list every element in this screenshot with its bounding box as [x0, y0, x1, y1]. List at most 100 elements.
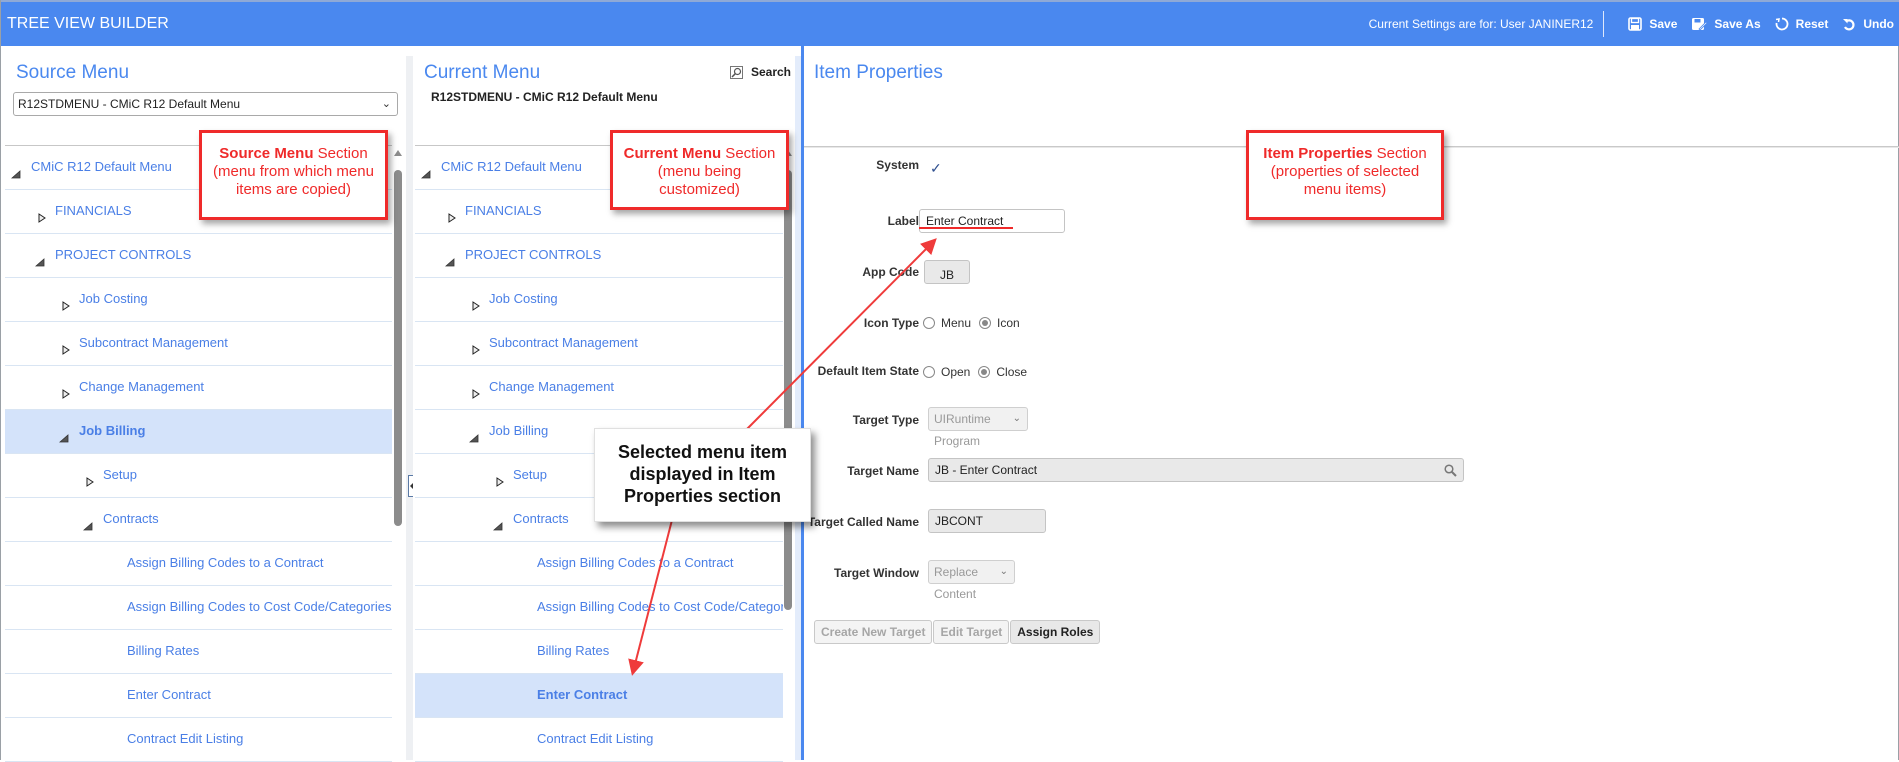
tree-item-label: Assign Billing Codes to Cost Code/Catego… [537, 599, 783, 614]
state-close-label: Close [996, 365, 1028, 379]
reset-button[interactable]: Reset [1775, 17, 1828, 31]
state-close-radio[interactable] [978, 366, 991, 378]
expanded-triangle-icon[interactable] [445, 257, 455, 267]
annotation-line: items are copied) [235, 181, 352, 198]
target-name-field[interactable]: JB - Enter Contract [928, 458, 1464, 482]
save-icon [1628, 17, 1643, 31]
tree-item[interactable]: Billing Rates [5, 630, 392, 674]
collapsed-triangle-icon[interactable] [61, 345, 71, 355]
icon-type-icon-radio[interactable] [979, 317, 992, 329]
tree-item-label: Contracts [103, 511, 159, 526]
expanded-triangle-icon[interactable] [35, 257, 45, 267]
lookup-search-icon[interactable] [1444, 464, 1457, 477]
tree-item[interactable]: PROJECT CONTROLS [415, 234, 783, 278]
app-code-value: JB [939, 268, 954, 282]
search-button[interactable]: Search [729, 65, 791, 79]
selected-item-callout: Selected menu item displayed in Item Pro… [594, 428, 811, 522]
expanded-triangle-icon[interactable] [59, 433, 69, 443]
item-properties-annotation: Item Properties Section (properties of s… [1246, 130, 1444, 220]
system-check-icon[interactable]: ✓ [930, 160, 942, 177]
target-type-select[interactable]: UIRuntime Program ⌄ [928, 407, 1028, 448]
annotation-line: (menu from which menu [213, 163, 374, 180]
collapsed-triangle-icon[interactable] [85, 477, 95, 487]
target-called-name-value: JBCONT [935, 514, 983, 528]
collapsed-triangle-icon[interactable] [495, 477, 505, 487]
expanded-triangle-icon[interactable] [11, 169, 21, 179]
save-as-button[interactable]: Save As [1691, 17, 1761, 31]
tree-item[interactable]: Subcontract Management [5, 322, 392, 366]
collapsed-triangle-icon[interactable] [447, 213, 457, 223]
tree-item[interactable]: Change Management [415, 366, 783, 410]
tree-item[interactable]: Setup [5, 454, 392, 498]
tree-item[interactable]: PROJECT CONTROLS [5, 234, 392, 278]
tree-item[interactable]: Contract Edit Listing [5, 718, 392, 762]
target-window-select[interactable]: Replace Content ⌄ [928, 560, 1015, 601]
tree-item[interactable]: Enter Contract [415, 674, 783, 718]
annotation-line: customized) [659, 181, 740, 198]
tree-item-label: Job Costing [79, 291, 148, 306]
icon-type-menu-label: Menu [941, 316, 972, 330]
panel-splitter[interactable] [406, 56, 413, 760]
app-code-field: JB [924, 260, 970, 284]
tree-item[interactable]: Contracts [5, 498, 392, 542]
target-type-value: UIRuntime Program [934, 412, 991, 448]
collapsed-triangle-icon[interactable] [471, 301, 481, 311]
tree-item[interactable]: Enter Contract [5, 674, 392, 718]
tree-item[interactable]: Assign Billing Codes to Cost Code/Catego… [415, 586, 783, 630]
search-icon [729, 65, 743, 79]
label-label: Label [887, 214, 919, 228]
undo-button[interactable]: Undo [1842, 17, 1894, 31]
edit-target-button[interactable]: Edit Target [933, 620, 1010, 644]
save-button[interactable]: Save [1628, 17, 1677, 31]
expanded-triangle-icon[interactable] [493, 521, 503, 531]
target-name-label: Target Name [847, 464, 919, 478]
chevron-down-icon: ⌄ [1012, 413, 1021, 424]
source-tree-scrollbar[interactable] [394, 170, 402, 526]
tree-item-label: Billing Rates [127, 643, 200, 658]
icon-type-menu-radio[interactable] [923, 317, 935, 329]
tree-item[interactable]: Change Management [5, 366, 392, 410]
scroll-up-arrow[interactable] [394, 150, 402, 156]
source-menu-tree: CMiC R12 Default Menu FINANCIALS PROJECT C… [5, 146, 392, 762]
collapsed-triangle-icon[interactable] [61, 389, 71, 399]
callout-line: Selected menu item [617, 442, 788, 462]
annotation-line: menu items) [1303, 181, 1387, 198]
collapsed-triangle-icon[interactable] [471, 389, 481, 399]
tree-item[interactable]: Billing Rates [415, 630, 783, 674]
tree-item[interactable]: Job Costing [5, 278, 392, 322]
current-settings-text: Current Settings are for: User JANINER12 [1369, 11, 1605, 37]
collapsed-triangle-icon[interactable] [471, 345, 481, 355]
tree-item[interactable]: Contract Edit Listing [415, 718, 783, 762]
assign-roles-button[interactable]: Assign Roles [1010, 620, 1101, 644]
source-menu-title: Source Menu [16, 62, 130, 83]
label-input[interactable]: Enter Contract [919, 209, 1065, 233]
annotation-title: Source Menu [219, 145, 314, 162]
current-tree-scrollbar[interactable] [784, 170, 792, 610]
tree-item-label: Change Management [79, 379, 205, 394]
expanded-triangle-icon[interactable] [83, 521, 93, 531]
save-as-label: Save As [1714, 17, 1761, 31]
tree-item[interactable]: Subcontract Management [415, 322, 783, 366]
default-item-state-label: Default Item State [817, 364, 919, 378]
top-bar: TREE VIEW BUILDER Current Settings are f… [1, 0, 1899, 46]
tree-item[interactable]: Assign Billing Codes to Cost Code/Catego… [5, 586, 392, 630]
annotation-line: (menu being [657, 163, 742, 180]
expanded-triangle-icon[interactable] [469, 433, 479, 443]
search-label: Search [750, 65, 791, 79]
tree-item[interactable]: Assign Billing Codes to a Contract [5, 542, 392, 586]
tree-item-label: Assign Billing Codes to a Contract [537, 555, 734, 570]
collapsed-triangle-icon[interactable] [37, 213, 47, 223]
state-open-radio[interactable] [923, 366, 935, 378]
system-label: System [876, 158, 919, 172]
tree-item[interactable]: Job Costing [415, 278, 783, 322]
tree-item[interactable]: Assign Billing Codes to a Contract [415, 542, 783, 586]
source-menu-select[interactable]: R12STDMENU - CMiC R12 Default Menu ⌄ [13, 92, 398, 116]
undo-icon [1843, 19, 1855, 31]
expanded-triangle-icon[interactable] [421, 169, 431, 179]
tree-item[interactable]: Job Billing [5, 410, 392, 454]
tree-item-label: PROJECT CONTROLS [55, 247, 192, 262]
target-called-name-field: JBCONT [928, 509, 1046, 533]
tree-item-label: Enter Contract [127, 687, 211, 702]
create-new-target-button[interactable]: Create New Target [814, 620, 933, 644]
collapsed-triangle-icon[interactable] [61, 301, 71, 311]
